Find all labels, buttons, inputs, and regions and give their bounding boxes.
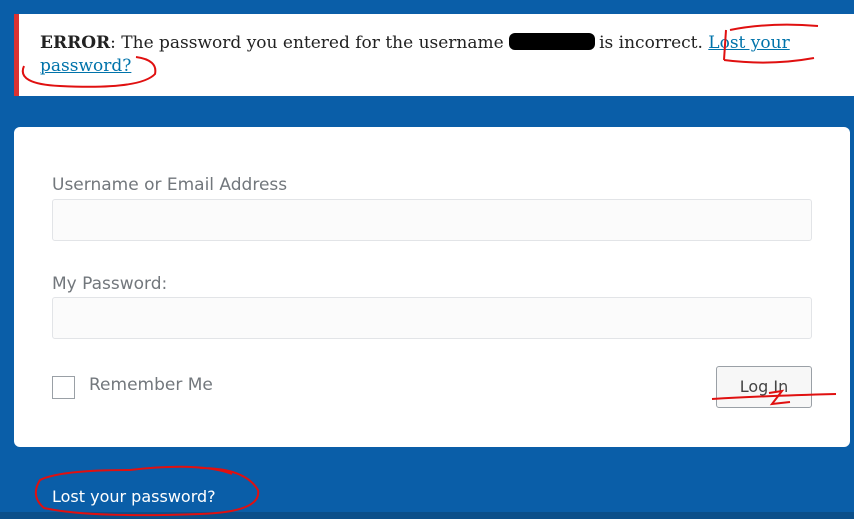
remember-me-label: Remember Me	[89, 375, 213, 395]
username-input[interactable]	[52, 199, 812, 241]
lost-password-link[interactable]: Lost your password?	[52, 487, 216, 506]
login-button[interactable]: Log In	[716, 366, 812, 408]
password-label: My Password:	[52, 274, 168, 294]
error-message-end: is incorrect.	[599, 33, 703, 53]
bottom-band	[0, 512, 854, 519]
login-form: Username or Email Address My Password: R…	[14, 127, 850, 447]
redaction-mark	[509, 33, 596, 50]
error-prefix: ERROR	[40, 33, 111, 53]
username-label: Username or Email Address	[52, 175, 288, 195]
error-notice: ERROR: The password you entered for the …	[14, 14, 854, 96]
error-message-start: : The password you entered for the usern…	[110, 33, 510, 53]
top-strip	[0, 0, 854, 6]
error-message: ERROR: The password you entered for the …	[40, 32, 830, 78]
remember-me-checkbox[interactable]	[52, 376, 75, 399]
password-input[interactable]	[52, 297, 812, 339]
